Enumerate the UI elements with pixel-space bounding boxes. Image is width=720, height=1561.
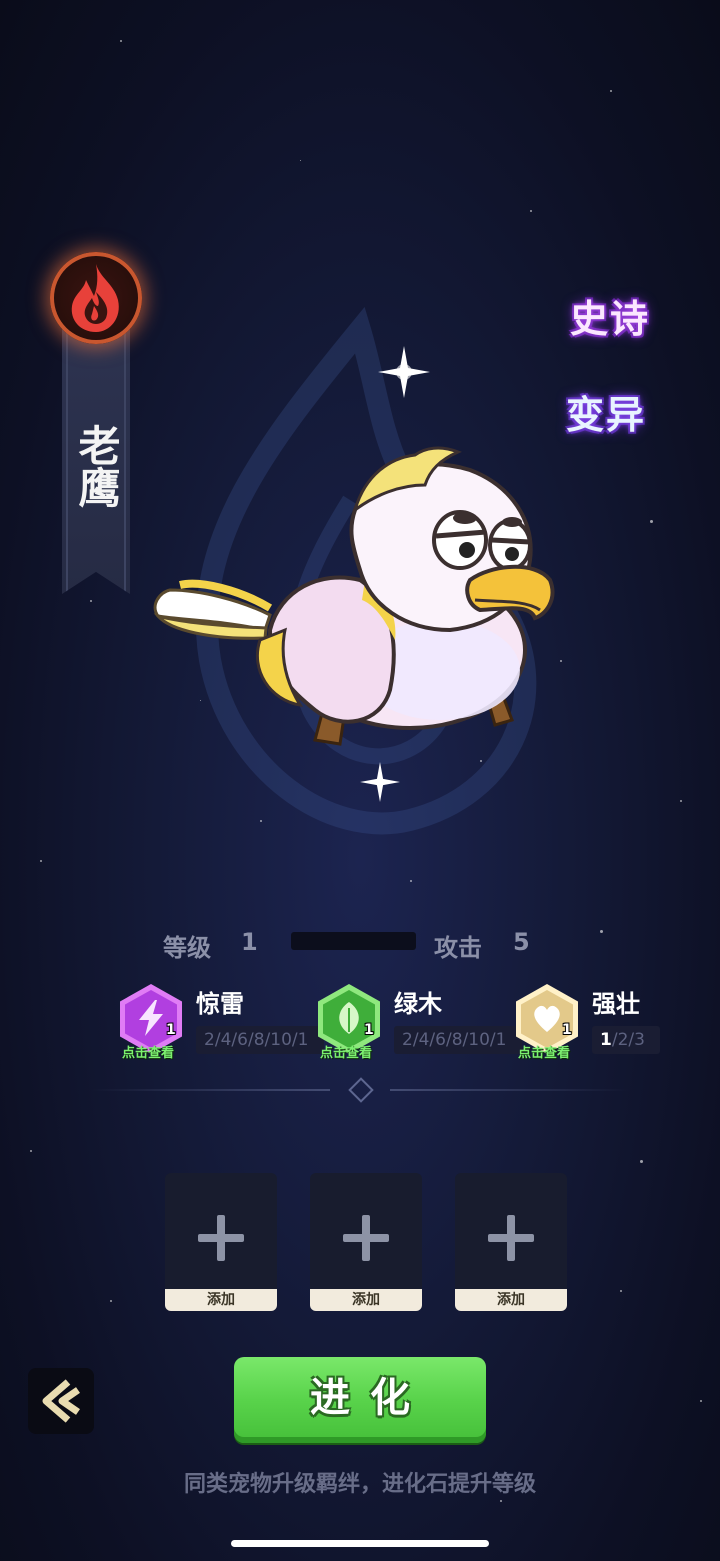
mutation-badge: 变异 (566, 393, 647, 437)
rarity-badge: 史诗 (570, 297, 651, 341)
divider-line (90, 1089, 330, 1091)
trait-tier-value: 2 (204, 1030, 215, 1050)
trait-tier-value: 3 (634, 1030, 645, 1050)
fire-emblem-icon (50, 252, 142, 344)
trait-tiers: 2/4/6/8/10/1 (394, 1026, 522, 1054)
star (640, 1160, 643, 1163)
add-label: 添加 (165, 1289, 277, 1311)
star (610, 90, 612, 92)
leaf-icon (339, 1002, 359, 1034)
star (300, 160, 301, 161)
trait-tier-value: 10 (270, 1030, 292, 1050)
trait-tier-value: 4 (220, 1030, 232, 1050)
attack-label: 攻击 (434, 934, 482, 962)
star (650, 520, 653, 523)
trait-tier-value: 8 (253, 1030, 265, 1050)
trait-tier-value: 2 (617, 1030, 629, 1050)
star (40, 860, 42, 862)
trait-count: 1 (166, 1022, 176, 1038)
trait-tier-value: 8 (451, 1030, 463, 1050)
star (500, 1500, 502, 1502)
trait-tier-value: 4 (418, 1030, 430, 1050)
lightning-icon (139, 1000, 163, 1036)
stats-row: 等级 1 攻击 5 (0, 924, 720, 964)
tap-to-view-link[interactable]: 点击查看 (320, 1042, 372, 1061)
trait-tier-value: 10 (468, 1030, 490, 1050)
trait-name: 绿木 (394, 990, 442, 1018)
star (90, 600, 92, 602)
divider-diamond (348, 1077, 374, 1103)
trait-tier-value: 6 (435, 1030, 446, 1050)
trait-tiers: 1/2/3 (592, 1026, 660, 1054)
back-button[interactable] (28, 1368, 94, 1434)
plus-icon (343, 1215, 389, 1261)
pet-name: 老鹰 (72, 424, 121, 508)
star (700, 1400, 702, 1402)
level-label: 等级 (163, 934, 211, 962)
material-slot-1[interactable]: 添加 (165, 1173, 277, 1311)
star (680, 800, 682, 802)
hint-text: 同类宠物升级羁绊，进化石提升等级 (183, 1472, 536, 1497)
section-divider (90, 1077, 630, 1103)
trait-count: 1 (562, 1022, 572, 1038)
star (530, 210, 532, 212)
home-indicator[interactable] (231, 1540, 489, 1547)
trait-count: 1 (364, 1022, 374, 1038)
star (30, 1150, 32, 1152)
back-arrow-icon (42, 1379, 80, 1423)
trait-tier-value: 6 (237, 1030, 248, 1050)
level-value: 1 (241, 928, 258, 956)
tap-to-view-link[interactable]: 点击查看 (518, 1042, 570, 1061)
trait-tier-value: 1 (600, 1030, 612, 1050)
evolve-button[interactable]: 进化 (234, 1357, 486, 1443)
tap-to-view-link[interactable]: 点击查看 (122, 1042, 174, 1061)
star (410, 880, 412, 882)
trait-tier-value: 1 (297, 1030, 309, 1050)
plus-icon (198, 1215, 244, 1261)
material-slot-3[interactable]: 添加 (455, 1173, 567, 1311)
trait-name: 惊雷 (196, 990, 244, 1018)
add-label: 添加 (455, 1289, 567, 1311)
eagle-pet-illustration (153, 446, 555, 746)
trait-tier-value: 1 (495, 1030, 507, 1050)
xp-progress-bar (291, 932, 416, 950)
divider-line (390, 1089, 630, 1091)
trait-name: 强壮 (592, 990, 640, 1018)
trait-thunder[interactable]: 1 点击查看 惊雷 2/4/6/8/10/1 (120, 984, 324, 1064)
sparkle-icon (378, 346, 430, 398)
plus-icon (488, 1215, 534, 1261)
heart-icon (534, 1005, 560, 1032)
star (620, 1290, 622, 1292)
trait-tier-value: 2 (402, 1030, 413, 1050)
star (120, 40, 122, 42)
add-label: 添加 (310, 1289, 422, 1311)
trait-tiers: 2/4/6/8/10/1 (196, 1026, 324, 1054)
star (110, 1300, 112, 1302)
material-slot-2[interactable]: 添加 (310, 1173, 422, 1311)
trait-strong[interactable]: 1 点击查看 强壮 1/2/3 (516, 984, 716, 1064)
attack-value: 5 (513, 928, 530, 956)
trait-greenwood[interactable]: 1 点击查看 绿木 2/4/6/8/10/1 (318, 984, 522, 1064)
